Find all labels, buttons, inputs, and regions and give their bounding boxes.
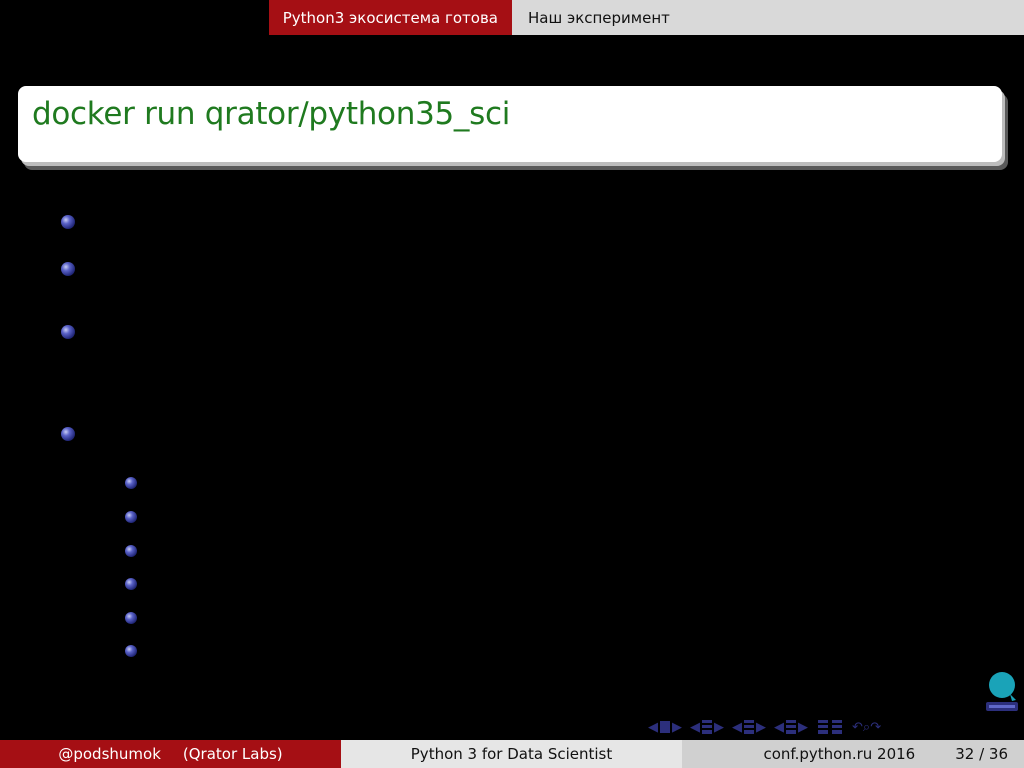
nav-frame-icon[interactable] xyxy=(660,721,670,733)
top-navigation-bar: Python3 экосистема готова Наш эксперимен… xyxy=(0,0,1024,35)
top-nav-right: Наш эксперимент xyxy=(512,0,1024,35)
nav-slide-next-icon[interactable]: ▶ xyxy=(798,721,808,734)
footer-author: @podshumok xyxy=(58,745,161,763)
nav-slide-icon[interactable] xyxy=(786,720,796,734)
sub-bullet-icon xyxy=(125,511,137,523)
top-nav-left: Python3 экосистема готова xyxy=(0,0,512,35)
qrator-logo-icon xyxy=(986,672,1018,711)
nav-frame-prev-icon[interactable]: ◀ xyxy=(648,721,658,734)
sub-bullet-icon xyxy=(125,545,137,557)
nav-section-next[interactable]: Наш эксперимент xyxy=(512,9,670,27)
nav-search-group: ↶ ⌕ ↷ xyxy=(852,721,881,734)
nav-section-prev-icon[interactable]: ◀ xyxy=(732,721,742,734)
footer-event: conf.python.ru 2016 xyxy=(763,745,916,763)
footer-author-block: @podshumok (Qrator Labs) xyxy=(0,740,341,768)
nav-appendix-icon[interactable] xyxy=(832,720,842,734)
nav-forward-icon[interactable]: ↷ xyxy=(870,721,881,734)
nav-outline-group xyxy=(816,720,844,734)
nav-section-icon[interactable] xyxy=(744,720,754,734)
nav-frame-next-icon[interactable]: ▶ xyxy=(672,721,682,734)
nav-outline-icon[interactable] xyxy=(818,720,828,734)
footer-page-number: 32 / 36 xyxy=(955,745,1008,763)
footer-title-block: Python 3 for Data Scientist xyxy=(341,740,682,768)
bullet-icon xyxy=(61,215,75,229)
nav-section-group: ◀ ▶ xyxy=(732,720,766,734)
footer-event-block: conf.python.ru 2016 32 / 36 xyxy=(682,740,1024,768)
nav-subsection-icon[interactable] xyxy=(702,720,712,734)
sub-bullet-icon xyxy=(125,477,137,489)
bullet-icon xyxy=(61,427,75,441)
nav-subsection-prev-icon[interactable]: ◀ xyxy=(690,721,700,734)
bullet-icon xyxy=(61,325,75,339)
nav-slide-group: ◀ ▶ xyxy=(774,720,808,734)
nav-frame-group: ◀ ▶ xyxy=(648,721,682,734)
nav-section-current[interactable]: Python3 экосистема готова xyxy=(268,0,512,35)
footer-institute: (Qrator Labs) xyxy=(182,745,283,763)
frame-title: docker run qrator/python35_sci xyxy=(32,96,511,132)
bullet-icon xyxy=(61,262,75,276)
footer-bar: @podshumok (Qrator Labs) Python 3 for Da… xyxy=(0,740,1024,768)
beamer-navigation-symbols: ◀ ▶ ◀ ▶ ◀ ▶ ◀ ▶ ↶ ⌕ ↷ xyxy=(648,716,889,738)
sub-bullet-icon xyxy=(125,645,137,657)
nav-section-next-icon[interactable]: ▶ xyxy=(756,721,766,734)
sub-bullet-icon xyxy=(125,612,137,624)
footer-talk-title: Python 3 for Data Scientist xyxy=(410,745,613,763)
nav-back-icon[interactable]: ↶ xyxy=(852,721,863,734)
nav-search-icon[interactable]: ⌕ xyxy=(863,721,870,734)
nav-subsection-next-icon[interactable]: ▶ xyxy=(714,721,724,734)
nav-subsection-group: ◀ ▶ xyxy=(690,720,724,734)
sub-bullet-icon xyxy=(125,578,137,590)
frame-title-block: docker run qrator/python35_sci xyxy=(18,86,1002,162)
nav-slide-prev-icon[interactable]: ◀ xyxy=(774,721,784,734)
